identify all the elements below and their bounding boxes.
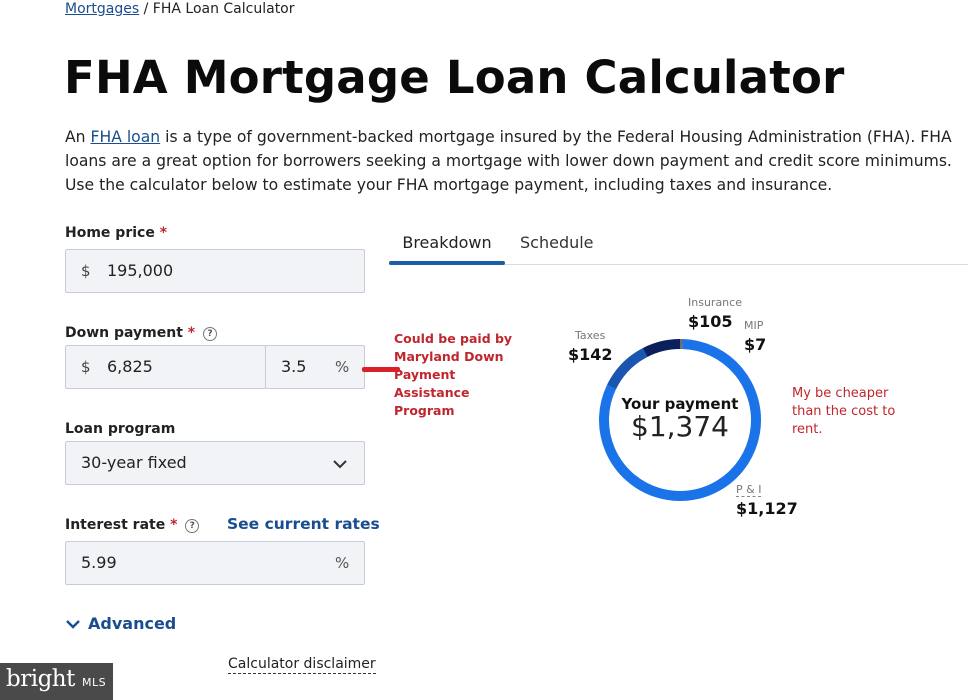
home-price-input[interactable]: $ 195,000 (65, 249, 365, 293)
intro-paragraph: An FHA loan is a type of government-back… (65, 125, 965, 197)
down-payment-value: 6,825 (107, 357, 153, 376)
chevron-down-icon (333, 460, 347, 469)
chevron-down-icon (66, 620, 80, 629)
down-payment-label: Down payment * ? (65, 324, 217, 342)
required-mark: * (187, 325, 196, 341)
donut-segment-taxes (606, 348, 648, 390)
down-payment-percent-input[interactable]: 3.5 % (265, 345, 365, 389)
interest-rate-label-text: Interest rate (65, 517, 166, 533)
dollar-prefix: $ (81, 358, 91, 376)
insurance-value: $105 (688, 312, 733, 331)
mip-label: MIP (744, 319, 764, 332)
dollar-prefix: $ (81, 262, 91, 280)
tab-schedule[interactable]: Schedule (520, 233, 594, 252)
down-payment-percent-value: 3.5 (281, 357, 307, 376)
loan-program-value: 30-year fixed (81, 453, 187, 472)
page-title: FHA Mortgage Loan Calculator (64, 51, 845, 104)
percent-suffix: % (335, 358, 350, 376)
breadcrumb: Mortgages / FHA Loan Calculator (65, 0, 295, 18)
pi-label[interactable]: P & I (736, 483, 762, 497)
breadcrumb-current: FHA Loan Calculator (152, 1, 295, 17)
interest-rate-value: 5.99 (81, 553, 117, 572)
taxes-label: Taxes (575, 329, 606, 342)
interest-rate-label: Interest rate * ? (65, 516, 200, 534)
intro-text-after: is a type of government-backed mortgage … (65, 128, 952, 194)
percent-suffix: % (335, 554, 350, 572)
annotation-arrow (362, 367, 400, 372)
required-mark: * (170, 517, 178, 533)
help-icon[interactable]: ? (203, 327, 217, 341)
down-payment-annotation: Could be paid by Maryland Down Payment A… (394, 331, 513, 418)
loan-program-label: Loan program (65, 421, 176, 437)
donut-amount: $1,374 (631, 410, 729, 443)
bright-mls-watermark: bright MLS (0, 663, 113, 700)
watermark-brand: bright (6, 666, 75, 692)
donut-segment-insurance (642, 339, 681, 358)
down-payment-amount-input[interactable]: $ 6,825 (65, 345, 266, 389)
rent-annotation: My be cheaper than the cost to rent. (792, 386, 896, 437)
watermark-suffix: MLS (82, 676, 107, 689)
see-current-rates-link[interactable]: See current rates (227, 515, 380, 533)
help-icon[interactable]: ? (185, 519, 200, 533)
home-price-label-text: Home price (65, 225, 155, 241)
calculator-disclaimer-link[interactable]: Calculator disclaimer (228, 656, 376, 674)
mip-value: $7 (744, 335, 767, 354)
down-payment-label-text: Down payment (65, 325, 183, 341)
insurance-label: Insurance (688, 296, 742, 309)
taxes-value: $142 (568, 345, 613, 364)
breadcrumb-separator: / (143, 1, 149, 17)
loan-program-select[interactable]: 30-year fixed (65, 441, 365, 485)
advanced-toggle[interactable]: Advanced (65, 614, 176, 633)
advanced-label: Advanced (88, 614, 177, 633)
home-price-label: Home price * (65, 224, 167, 242)
intro-text-before: An (65, 128, 91, 146)
fha-loan-link[interactable]: FHA loan (91, 128, 161, 146)
pi-value: $1,127 (736, 499, 798, 518)
required-mark: * (159, 225, 168, 241)
breadcrumb-mortgages-link[interactable]: Mortgages (65, 1, 139, 17)
interest-rate-input[interactable]: 5.99 % (65, 541, 365, 585)
home-price-value: 195,000 (107, 261, 174, 280)
tab-active-indicator (389, 261, 505, 265)
